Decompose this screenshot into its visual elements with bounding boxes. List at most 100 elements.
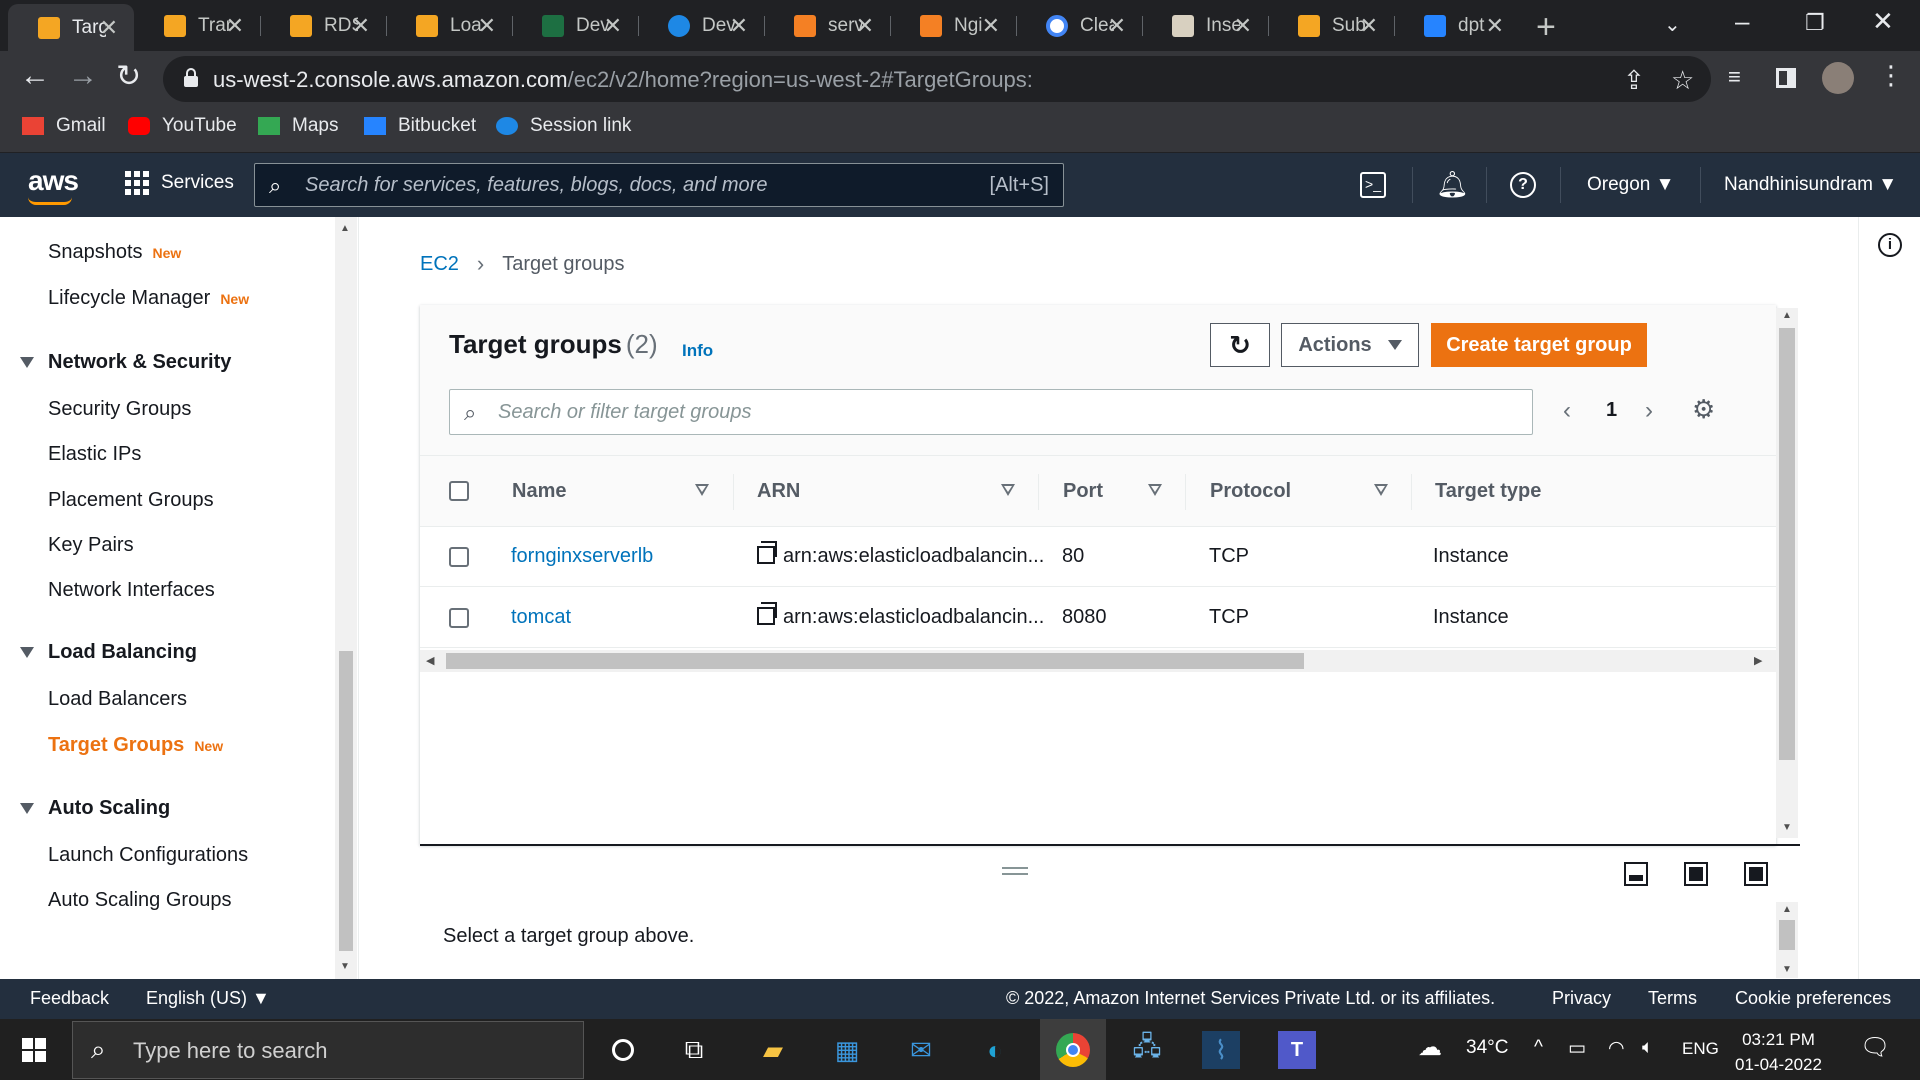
back-arrow-icon[interactable]: ← [20, 59, 50, 93]
sidebar-item-lifecycle-manager[interactable]: Lifecycle Manager New [48, 287, 249, 310]
wifi-icon[interactable]: ◠ [1608, 1037, 1625, 1060]
sort-icon[interactable] [1148, 484, 1162, 496]
page-number[interactable]: 1 [1606, 399, 1617, 422]
account-menu[interactable]: Nandhinisundram ▼ [1724, 174, 1897, 196]
target-group-name-link[interactable]: tomcat [511, 606, 571, 629]
browser-tab[interactable]: RDS ✕ [260, 0, 386, 51]
browser-tab[interactable]: Sub ✕ [1268, 0, 1394, 51]
language-selector[interactable]: English (US) ▼ [146, 988, 270, 1009]
close-icon[interactable]: ✕ [100, 15, 118, 41]
split-full-icon[interactable] [1744, 862, 1768, 886]
sidebar-item-load-balancers[interactable]: Load Balancers [48, 688, 187, 711]
reload-icon[interactable]: ↻ [116, 59, 141, 94]
filter-input[interactable] [498, 398, 1498, 426]
task-view-icon[interactable]: ⧉ [675, 1031, 713, 1069]
table-row[interactable]: tomcat arn:aws:elasticloadbalancin... 80… [420, 588, 1776, 648]
column-header-target-type[interactable]: Target type [1435, 480, 1541, 503]
scroll-up-arrow-icon[interactable]: ▲ [1782, 310, 1792, 321]
sidebar-item-network-interfaces[interactable]: Network Interfaces [48, 579, 215, 602]
close-icon[interactable]: ✕ [730, 13, 748, 39]
media-playlist-icon[interactable]: ≡ [1728, 64, 1741, 90]
close-icon[interactable]: ✕ [856, 13, 874, 39]
details-vertical-scrollbar[interactable]: ▲ ▼ [1776, 902, 1798, 978]
cookie-preferences-link[interactable]: Cookie preferences [1735, 988, 1891, 1009]
aws-logo[interactable]: aws [28, 165, 79, 197]
browser-tab[interactable]: Inse ✕ [1142, 0, 1268, 51]
actions-button[interactable]: Actions [1281, 323, 1419, 367]
row-checkbox[interactable] [449, 608, 469, 628]
microsoft-store-icon[interactable]: ▦ [828, 1031, 866, 1069]
feedback-link[interactable]: Feedback [30, 988, 109, 1009]
scroll-up-arrow-icon[interactable]: ▲ [1782, 904, 1792, 915]
split-side-icon[interactable] [1684, 862, 1708, 886]
browser-tab[interactable]: Loa ✕ [386, 0, 512, 51]
kebab-menu-icon[interactable]: ⋮ [1878, 60, 1904, 91]
close-icon[interactable]: ✕ [352, 13, 370, 39]
notifications-icon[interactable]: 🗨︎ [1860, 1033, 1890, 1062]
avatar[interactable] [1822, 62, 1854, 94]
close-icon[interactable]: ✕ [982, 13, 1000, 39]
scroll-up-arrow-icon[interactable]: ▲ [340, 223, 350, 234]
select-all-checkbox[interactable] [449, 481, 469, 501]
bookmark-session-link[interactable]: Session link [496, 115, 631, 137]
browser-tab[interactable]: serv ✕ [764, 0, 890, 51]
sidebar-item-placement-groups[interactable]: Placement Groups [48, 489, 214, 512]
browser-tab[interactable]: Dev ✕ [512, 0, 638, 51]
browser-tab[interactable]: Clea ✕ [1016, 0, 1142, 51]
table-horizontal-scrollbar[interactable]: ◀ ▶ [420, 650, 1776, 672]
split-bottom-icon[interactable] [1624, 862, 1648, 886]
sort-icon[interactable] [1374, 484, 1388, 496]
table-row[interactable]: fornginxserverlb arn:aws:elasticloadbala… [420, 527, 1776, 587]
close-icon[interactable]: ✕ [1486, 13, 1504, 39]
resize-handle-icon[interactable] [1002, 867, 1028, 875]
sort-icon[interactable] [695, 484, 709, 496]
terms-link[interactable]: Terms [1648, 988, 1697, 1009]
sidebar-scroll-thumb[interactable] [339, 651, 353, 951]
services-menu-button[interactable]: Services [125, 171, 234, 195]
details-scroll-thumb[interactable] [1779, 920, 1795, 950]
panel-vertical-scrollbar[interactable]: ▲ ▼ [1776, 308, 1798, 838]
battery-icon[interactable]: ▭ [1568, 1037, 1586, 1060]
scroll-left-arrow-icon[interactable]: ◀ [426, 654, 434, 667]
target-group-name-link[interactable]: fornginxserverlb [511, 545, 653, 568]
file-explorer-icon[interactable]: ▰ [754, 1031, 792, 1069]
tab-search-chevron-icon[interactable]: ⌄ [1664, 12, 1681, 37]
network-app-icon[interactable]: 🖧︎ [1128, 1031, 1166, 1069]
info-icon[interactable]: i [1878, 233, 1902, 257]
restore-icon[interactable]: ❐ [1805, 10, 1825, 36]
sidebar-item-key-pairs[interactable]: Key Pairs [48, 534, 134, 557]
mail-icon[interactable]: ✉ [902, 1031, 940, 1069]
close-icon[interactable]: ✕ [1234, 13, 1252, 39]
copy-icon[interactable] [757, 541, 777, 564]
close-icon[interactable]: ✕ [604, 13, 622, 39]
cloudshell-icon[interactable]: >_ [1360, 172, 1386, 198]
window-close-icon[interactable]: ✕ [1872, 6, 1894, 37]
share-icon[interactable]: ⇪ [1623, 65, 1645, 96]
next-page-icon[interactable]: › [1645, 397, 1653, 425]
close-icon[interactable]: ✕ [478, 13, 496, 39]
weather-cloud-icon[interactable]: ☁ [1418, 1033, 1442, 1062]
sidebar-item-security-groups[interactable]: Security Groups [48, 398, 191, 421]
privacy-link[interactable]: Privacy [1552, 988, 1611, 1009]
sidebar-item-target-groups[interactable]: Target Groups New [48, 734, 223, 757]
close-icon[interactable]: ✕ [1360, 13, 1378, 39]
close-icon[interactable]: ✕ [226, 13, 244, 39]
scroll-right-arrow-icon[interactable]: ▶ [1754, 654, 1762, 667]
forward-arrow-icon[interactable]: → [68, 59, 98, 93]
create-target-group-button[interactable]: Create target group [1431, 323, 1647, 367]
column-header-protocol[interactable]: Protocol [1210, 480, 1291, 503]
sort-icon[interactable] [1001, 484, 1015, 496]
aws-search-input[interactable] [305, 170, 925, 200]
minimize-icon[interactable]: – [1735, 6, 1749, 37]
bookmark-gmail[interactable]: Gmail [22, 115, 106, 137]
sidebar-section-network-security[interactable]: Network & Security [20, 351, 231, 374]
bookmark-youtube[interactable]: YouTube [128, 115, 237, 137]
sidebar-item-auto-scaling-groups[interactable]: Auto Scaling Groups [48, 889, 231, 912]
bookmark-maps[interactable]: Maps [258, 115, 338, 137]
sidebar-item-snapshots[interactable]: Snapshots New [48, 241, 181, 264]
copy-icon[interactable] [757, 602, 777, 625]
bookmark-bitbucket[interactable]: Bitbucket [364, 115, 476, 137]
edge-icon[interactable]: ◐ [976, 1031, 1014, 1069]
scroll-down-arrow-icon[interactable]: ▼ [340, 961, 350, 972]
chevron-up-icon[interactable]: ^ [1534, 1037, 1543, 1059]
